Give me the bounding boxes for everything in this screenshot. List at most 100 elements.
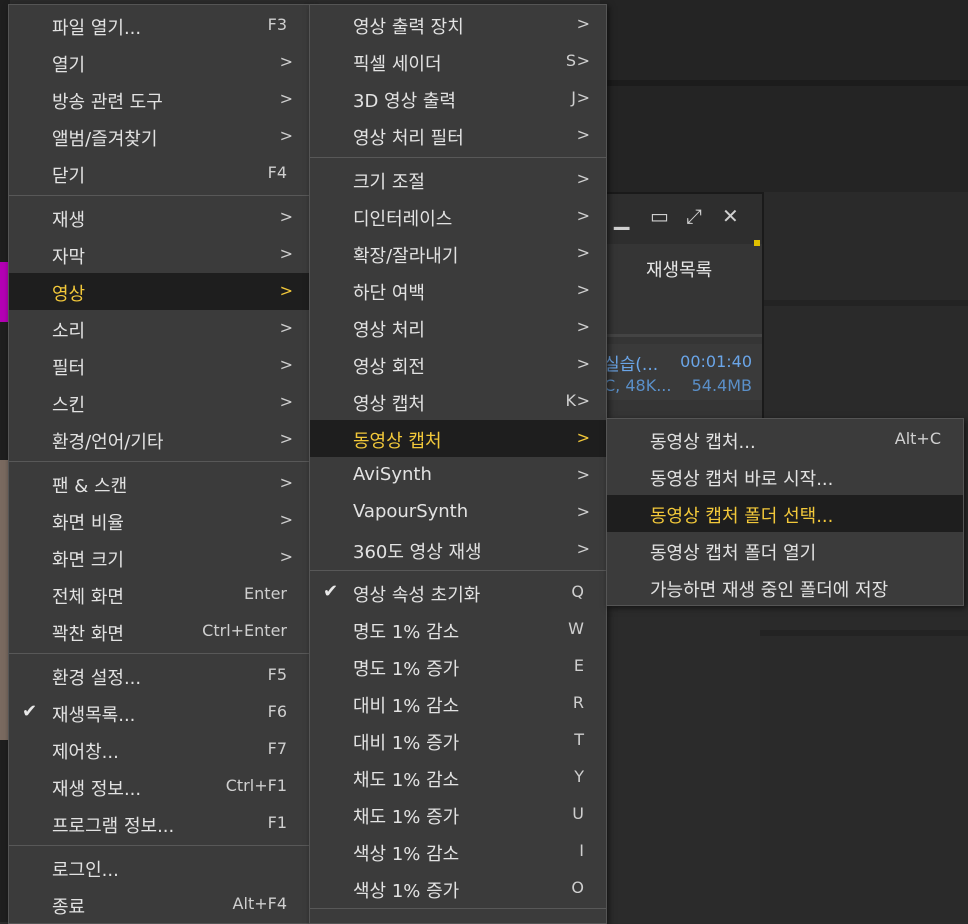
menu-item-shortcut: W	[568, 619, 584, 638]
video-submenu: 영상 출력 장치 > 픽셀 세이더 > S 3D 영상 출력 > J 영상 처리 필터 > 크기 조…	[309, 4, 607, 924]
submenu-arrow-icon: >	[279, 318, 293, 337]
menu-item[interactable]: 필터 >	[9, 347, 309, 384]
menu-item[interactable]: 명도 1% 증가 E	[310, 648, 606, 685]
menu-item[interactable]: 종료 Alt+F4	[9, 886, 309, 923]
menu-item[interactable]: 명도 1% 감소 W	[310, 611, 606, 648]
menu-item[interactable]: 방송 관련 도구 >	[9, 81, 309, 118]
menu-item[interactable]: VapourSynth >	[310, 494, 606, 531]
menu-item[interactable]: 동영상 캡처... Alt+C	[607, 421, 963, 458]
menu-item[interactable]: 디인터레이스 >	[310, 198, 606, 235]
menu-item[interactable]: 대비 1% 증가 T	[310, 722, 606, 759]
menu-item-label: AviSynth	[353, 464, 432, 485]
menu-item-shortcut: F3	[267, 15, 287, 34]
menu-separator	[310, 570, 606, 571]
submenu-arrow-icon: >	[279, 244, 293, 263]
menu-item-label: 영상 캡처	[353, 394, 425, 415]
menu-item[interactable]: 영상 회전 >	[310, 346, 606, 383]
minimize-icon[interactable]: ▁	[614, 208, 629, 228]
fullscreen-icon[interactable]: ⤢	[686, 206, 702, 226]
menu-item-shortcut: F6	[267, 702, 287, 721]
menu-item[interactable]: 동영상 캡처 >	[310, 420, 606, 457]
menu-item[interactable]: 제어창... F7	[9, 731, 309, 768]
background-divider	[600, 80, 968, 86]
menu-item-label: 색상 1% 감소	[353, 844, 460, 865]
menu-item-shortcut: R	[572, 693, 584, 712]
menu-item[interactable]: 재생 >	[9, 199, 309, 236]
menu-item[interactable]: 채도 1% 감소 Y	[310, 759, 606, 796]
menu-item[interactable]: 하단 여백 >	[310, 272, 606, 309]
close-icon[interactable]: ✕	[722, 206, 739, 226]
menu-item-label: 화면 비율	[52, 513, 124, 534]
menu-item[interactable]: 영상 출력 장치 >	[310, 6, 606, 43]
submenu-arrow-icon: >	[576, 280, 590, 299]
menu-item[interactable]: 360도 영상 재생 >	[310, 531, 606, 568]
menu-item[interactable]: ✔ 영상 속성 초기화 Q	[310, 574, 606, 611]
menu-item[interactable]: ✔ 재생목록... F6	[9, 694, 309, 731]
submenu-arrow-icon: >	[576, 428, 590, 447]
menu-item[interactable]: 동영상 캡처 폴더 선택...	[607, 495, 963, 532]
menu-item[interactable]: AviSynth >	[310, 457, 606, 494]
submenu-arrow-icon: >	[279, 355, 293, 374]
submenu-arrow-icon: >	[576, 169, 590, 188]
menu-item[interactable]: 환경 설정... F5	[9, 657, 309, 694]
menu-item[interactable]: 가능하면 재생 중인 폴더에 저장	[607, 569, 963, 606]
menu-item[interactable]: 열기 >	[9, 44, 309, 81]
menu-item-label: 하단 여백	[353, 283, 425, 304]
menu-item-label: 대비 1% 증가	[353, 733, 460, 754]
menu-item[interactable]: 영상 처리 >	[310, 309, 606, 346]
menu-item[interactable]: 크기 조절 >	[310, 161, 606, 198]
background-panel	[600, 0, 968, 192]
submenu-arrow-icon: >	[576, 317, 590, 336]
maximize-icon[interactable]: ▭	[650, 206, 669, 226]
menu-item[interactable]: 환경/언어/기타 >	[9, 421, 309, 458]
menu-item[interactable]: 영상 처리 필터 >	[310, 117, 606, 154]
menu-item[interactable]: 소리 >	[9, 310, 309, 347]
menu-item[interactable]: 동영상 캡처 폴더 열기	[607, 532, 963, 569]
menu-item[interactable]: 화면 크기 >	[9, 539, 309, 576]
menu-item[interactable]: 대비 1% 감소 R	[310, 685, 606, 722]
menu-item[interactable]: 색상 1% 감소 I	[310, 833, 606, 870]
menu-item[interactable]: 화면 비율 >	[9, 502, 309, 539]
menu-item[interactable]: 팬 & 스캔 >	[9, 465, 309, 502]
submenu-arrow-icon: >	[279, 547, 293, 566]
menu-item[interactable]: 색상 1% 증가 O	[310, 870, 606, 907]
submenu-arrow-icon: >	[576, 465, 590, 484]
playlist-entry[interactable]: 실습(... 00:01:40 C, 48K... 54.4MB	[600, 344, 762, 400]
entry-size: 54.4MB	[691, 376, 752, 395]
menu-item-shortcut: S	[565, 51, 576, 70]
menu-item[interactable]: 스킨 >	[9, 384, 309, 421]
menu-separator	[9, 845, 309, 846]
menu-item-label: 꽉찬 화면	[52, 624, 124, 645]
menu-item[interactable]: 영상 >	[9, 273, 309, 310]
menu-item[interactable]: 앨범/즐겨찾기 >	[9, 118, 309, 155]
menu-item[interactable]: 꽉찬 화면 Ctrl+Enter	[9, 613, 309, 650]
background-divider	[760, 300, 968, 306]
menu-item-label: 가능하면 재생 중인 폴더에 저장	[650, 580, 889, 601]
menu-separator	[9, 461, 309, 462]
menu-item[interactable]: 동영상 캡처 바로 시작...	[607, 458, 963, 495]
menu-item[interactable]: 파일 열기... F3	[9, 7, 309, 44]
menu-item[interactable]: 확장/잘라내기 >	[310, 235, 606, 272]
menu-item[interactable]: 로그인...	[9, 849, 309, 886]
main-context-menu: 파일 열기... F3 열기 > 방송 관련 도구 > 앨범/즐겨찾기 > 닫기 F4 재생 > 자막 >…	[8, 4, 310, 924]
menu-item[interactable]: 자막 >	[9, 236, 309, 273]
menu-item-label: 종료	[52, 897, 86, 918]
menu-item[interactable]: 영상 캡처 > K	[310, 383, 606, 420]
menu-item-label: 영상 출력 장치	[353, 17, 464, 38]
menu-item[interactable]: 전체 화면 Enter	[9, 576, 309, 613]
tab-divider	[600, 334, 762, 337]
submenu-arrow-icon: >	[576, 206, 590, 225]
menu-item-label: 팬 & 스캔	[52, 476, 128, 497]
menu-item[interactable]: 3D 영상 출력 > J	[310, 80, 606, 117]
tab-playlist[interactable]: 재생목록	[646, 256, 712, 282]
menu-item-label: 스킨	[52, 395, 86, 416]
menu-item-label: 환경/언어/기타	[52, 432, 164, 453]
submenu-arrow-icon: >	[576, 354, 590, 373]
menu-item[interactable]: 닫기 F4	[9, 155, 309, 192]
submenu-arrow-icon: >	[279, 52, 293, 71]
menu-item[interactable]: 재생 정보... Ctrl+F1	[9, 768, 309, 805]
submenu-arrow-icon: >	[279, 473, 293, 492]
menu-item[interactable]: 픽셀 세이더 > S	[310, 43, 606, 80]
menu-item[interactable]: 프로그램 정보... F1	[9, 805, 309, 842]
menu-item[interactable]: 채도 1% 증가 U	[310, 796, 606, 833]
